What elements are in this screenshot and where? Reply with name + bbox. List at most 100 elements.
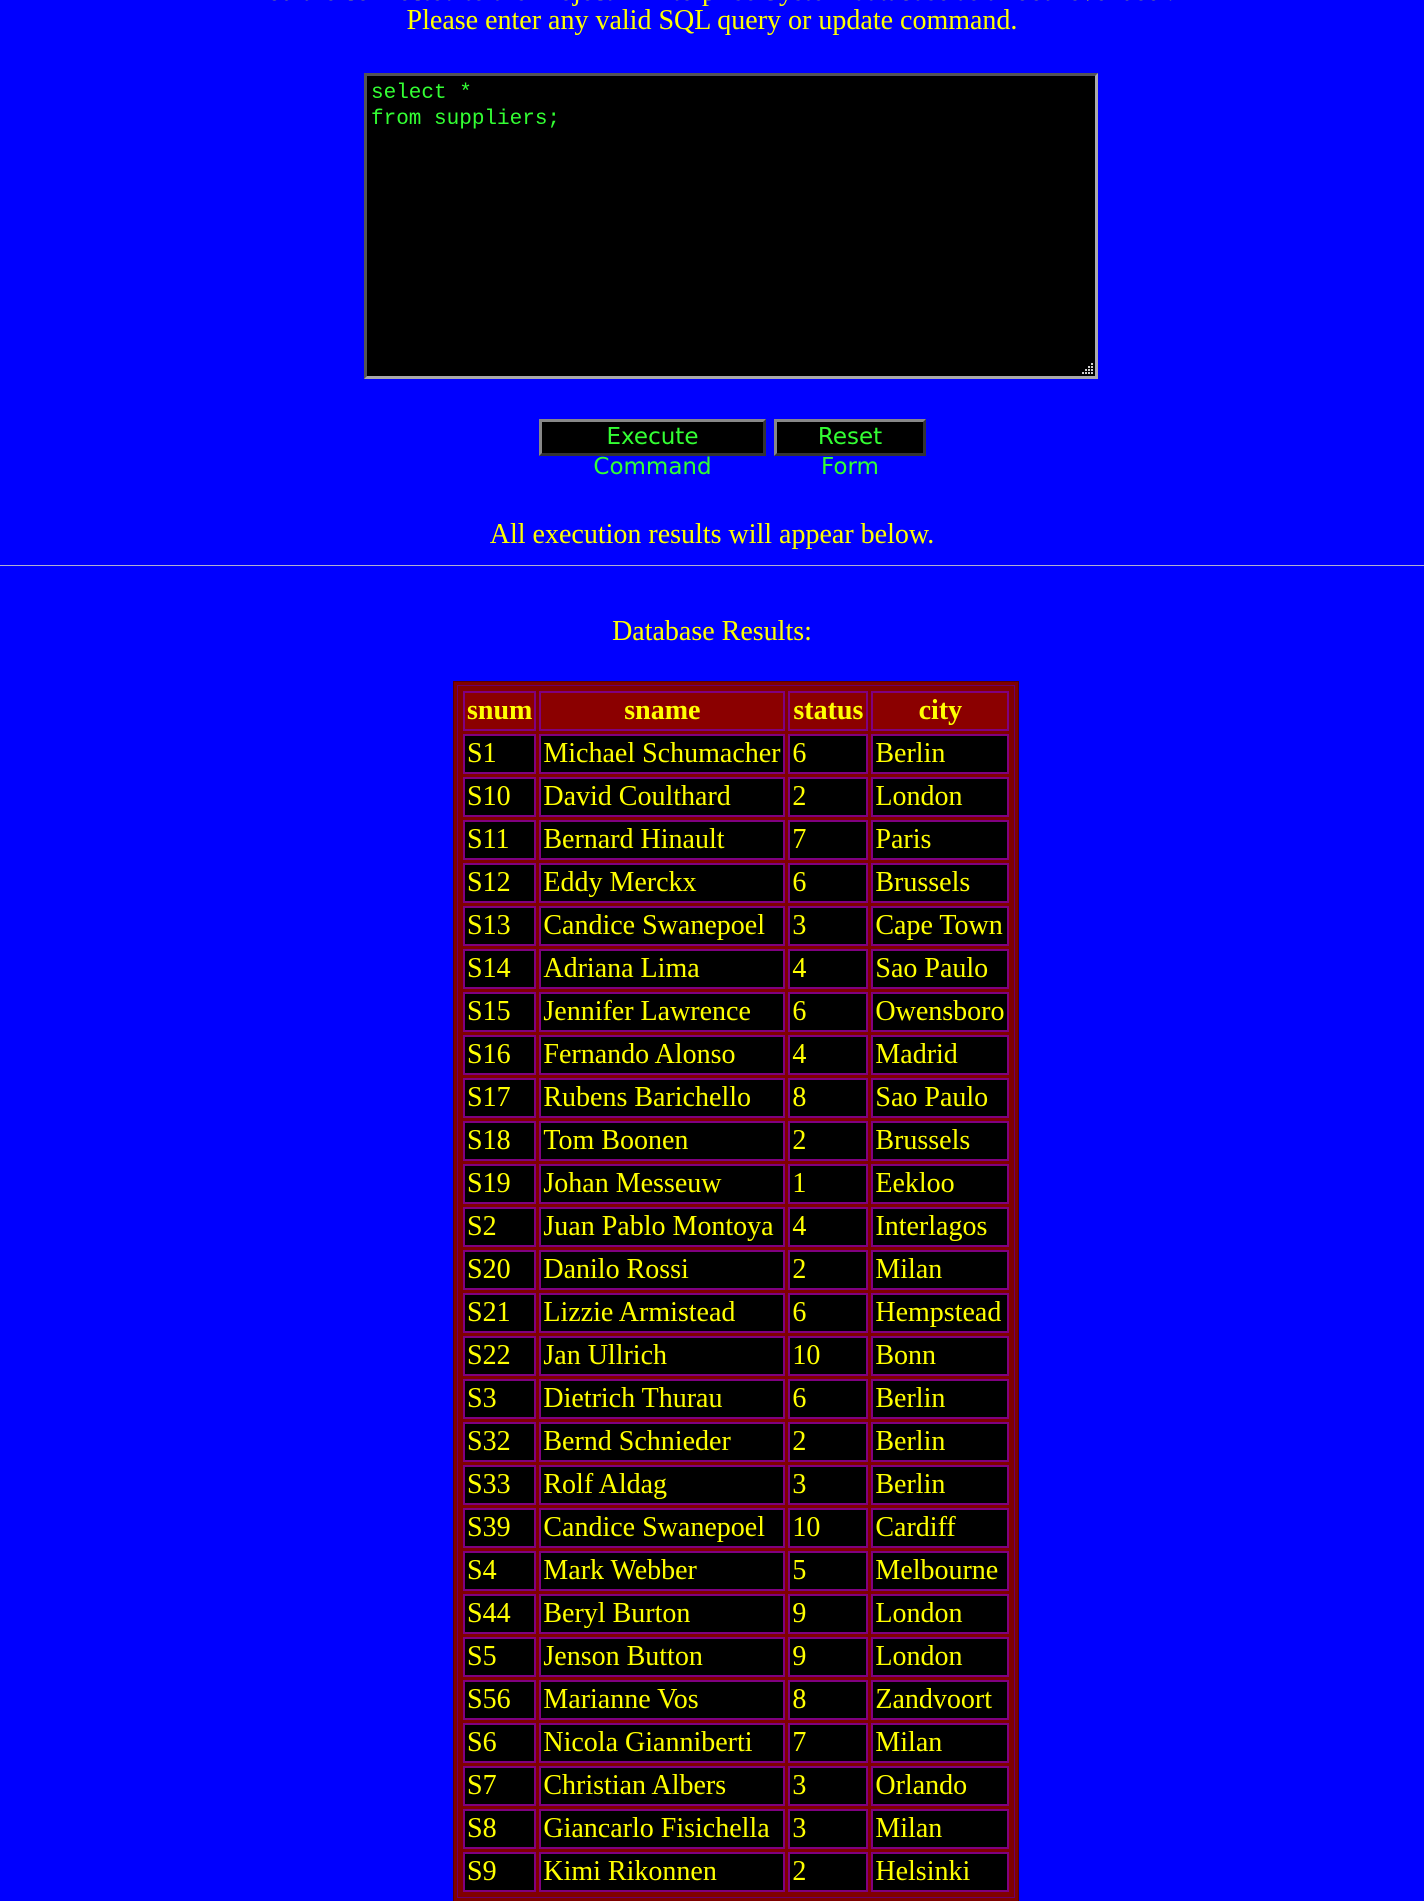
cell-snum: S5 [463,1637,537,1677]
cell-status: 3 [788,1809,869,1849]
reset-form-button[interactable]: Reset Form [774,419,926,480]
cell-snum: S16 [463,1035,537,1075]
table-row: S12 Eddy Merckx 6 Brussels [463,863,1010,903]
cell-snum: S4 [463,1551,537,1591]
cell-snum: S8 [463,1809,537,1849]
cell-city: Eekloo [871,1164,1010,1204]
cell-sname: Jenson Button [539,1637,786,1677]
cell-sname: Beryl Burton [539,1594,786,1634]
cell-snum: S6 [463,1723,537,1763]
cell-sname: Michael Schumacher [539,734,786,774]
cell-snum: S39 [463,1508,537,1548]
cell-snum: S19 [463,1164,537,1204]
cell-city: Berlin [871,1422,1010,1462]
cell-snum: S21 [463,1293,537,1333]
cell-sname: Mark Webber [539,1551,786,1591]
table-row: S4 Mark Webber 5 Melbourne [463,1551,1010,1591]
cell-status: 5 [788,1551,869,1591]
cell-sname: Candice Swanepoel [539,1508,786,1548]
cell-snum: S9 [463,1852,537,1892]
cell-status: 3 [788,1465,869,1505]
cell-status: 9 [788,1637,869,1677]
divider [0,565,1424,566]
table-row: S18 Tom Boonen 2 Brussels [463,1121,1010,1161]
table-row: S33 Rolf Aldag 3 Berlin [463,1465,1010,1505]
table-row: S39 Candice Swanepoel 10 Cardiff [463,1508,1010,1548]
column-header-status: status [788,691,869,731]
table-row: S7 Christian Albers 3 Orlando [463,1766,1010,1806]
cell-snum: S56 [463,1680,537,1720]
cell-sname: Bernard Hinault [539,820,786,860]
cell-city: Madrid [871,1035,1010,1075]
cell-status: 9 [788,1594,869,1634]
cell-sname: Dietrich Thurau [539,1379,786,1419]
cell-city: Cape Town [871,906,1010,946]
cell-snum: S13 [463,906,537,946]
cell-status: 2 [788,777,869,817]
table-header-row: snum sname status city [463,691,1010,731]
cell-sname: Jan Ullrich [539,1336,786,1376]
table-row: S56 Marianne Vos 8 Zandvoort [463,1680,1010,1720]
cell-status: 10 [788,1336,869,1376]
table-row: S14 Adriana Lima 4 Sao Paulo [463,949,1010,989]
cell-status: 4 [788,949,869,989]
results-note: All execution results will appear below. [489,519,935,550]
cell-snum: S18 [463,1121,537,1161]
cell-sname: Juan Pablo Montoya [539,1207,786,1247]
cell-sname: Tom Boonen [539,1121,786,1161]
table-row: S19 Johan Messeuw 1 Eekloo [463,1164,1010,1204]
cell-city: Helsinki [871,1852,1010,1892]
table-row: S13 Candice Swanepoel 3 Cape Town [463,906,1010,946]
table-row: S9 Kimi Rikonnen 2 Helsinki [463,1852,1010,1892]
results-table: snum sname status city S1 Michael Schumac… [452,681,1020,1901]
cell-status: 2 [788,1250,869,1290]
results-heading: Database Results: [612,616,812,647]
cell-status: 2 [788,1422,869,1462]
cell-city: Orlando [871,1766,1010,1806]
cell-snum: S7 [463,1766,537,1806]
cell-status: 10 [788,1508,869,1548]
cell-sname: Bernd Schnieder [539,1422,786,1462]
cell-sname: Kimi Rikonnen [539,1852,786,1892]
cell-status: 1 [788,1164,869,1204]
cell-status: 8 [788,1078,869,1118]
cell-status: 2 [788,1852,869,1892]
cell-city: Hempstead [871,1293,1010,1333]
cell-status: 4 [788,1207,869,1247]
cell-sname: Johan Messeuw [539,1164,786,1204]
cell-sname: Danilo Rossi [539,1250,786,1290]
table-row: S6 Nicola Gianniberti 7 Milan [463,1723,1010,1763]
cell-snum: S20 [463,1250,537,1290]
cell-sname: David Coulthard [539,777,786,817]
instruction-text: Please enter any valid SQL query or upda… [406,5,1018,36]
execute-command-button[interactable]: Execute Command [539,419,766,480]
table-row: S5 Jenson Button 9 London [463,1637,1010,1677]
cell-sname: Fernando Alonso [539,1035,786,1075]
cell-city: London [871,1637,1010,1677]
cell-sname: Adriana Lima [539,949,786,989]
cell-sname: Nicola Gianniberti [539,1723,786,1763]
cell-status: 6 [788,863,869,903]
table-row: S21 Lizzie Armistead 6 Hempstead [463,1293,1010,1333]
cell-status: 8 [788,1680,869,1720]
cell-snum: S32 [463,1422,537,1462]
cell-snum: S14 [463,949,537,989]
table-row: S8 Giancarlo Fisichella 3 Milan [463,1809,1010,1849]
cell-snum: S15 [463,992,537,1032]
cell-sname: Jennifer Lawrence [539,992,786,1032]
cell-snum: S17 [463,1078,537,1118]
cell-status: 6 [788,1293,869,1333]
cell-status: 6 [788,1379,869,1419]
cell-city: Berlin [871,1465,1010,1505]
table-row: S22 Jan Ullrich 10 Bonn [463,1336,1010,1376]
resize-grip-icon[interactable] [1080,361,1094,375]
cell-city: Zandvoort [871,1680,1010,1720]
cell-snum: S44 [463,1594,537,1634]
cell-status: 7 [788,1723,869,1763]
cell-sname: Eddy Merckx [539,863,786,903]
cell-city: Paris [871,820,1010,860]
cell-status: 6 [788,734,869,774]
cell-status: 6 [788,992,869,1032]
cell-status: 2 [788,1121,869,1161]
sql-query-input[interactable] [364,73,1098,379]
